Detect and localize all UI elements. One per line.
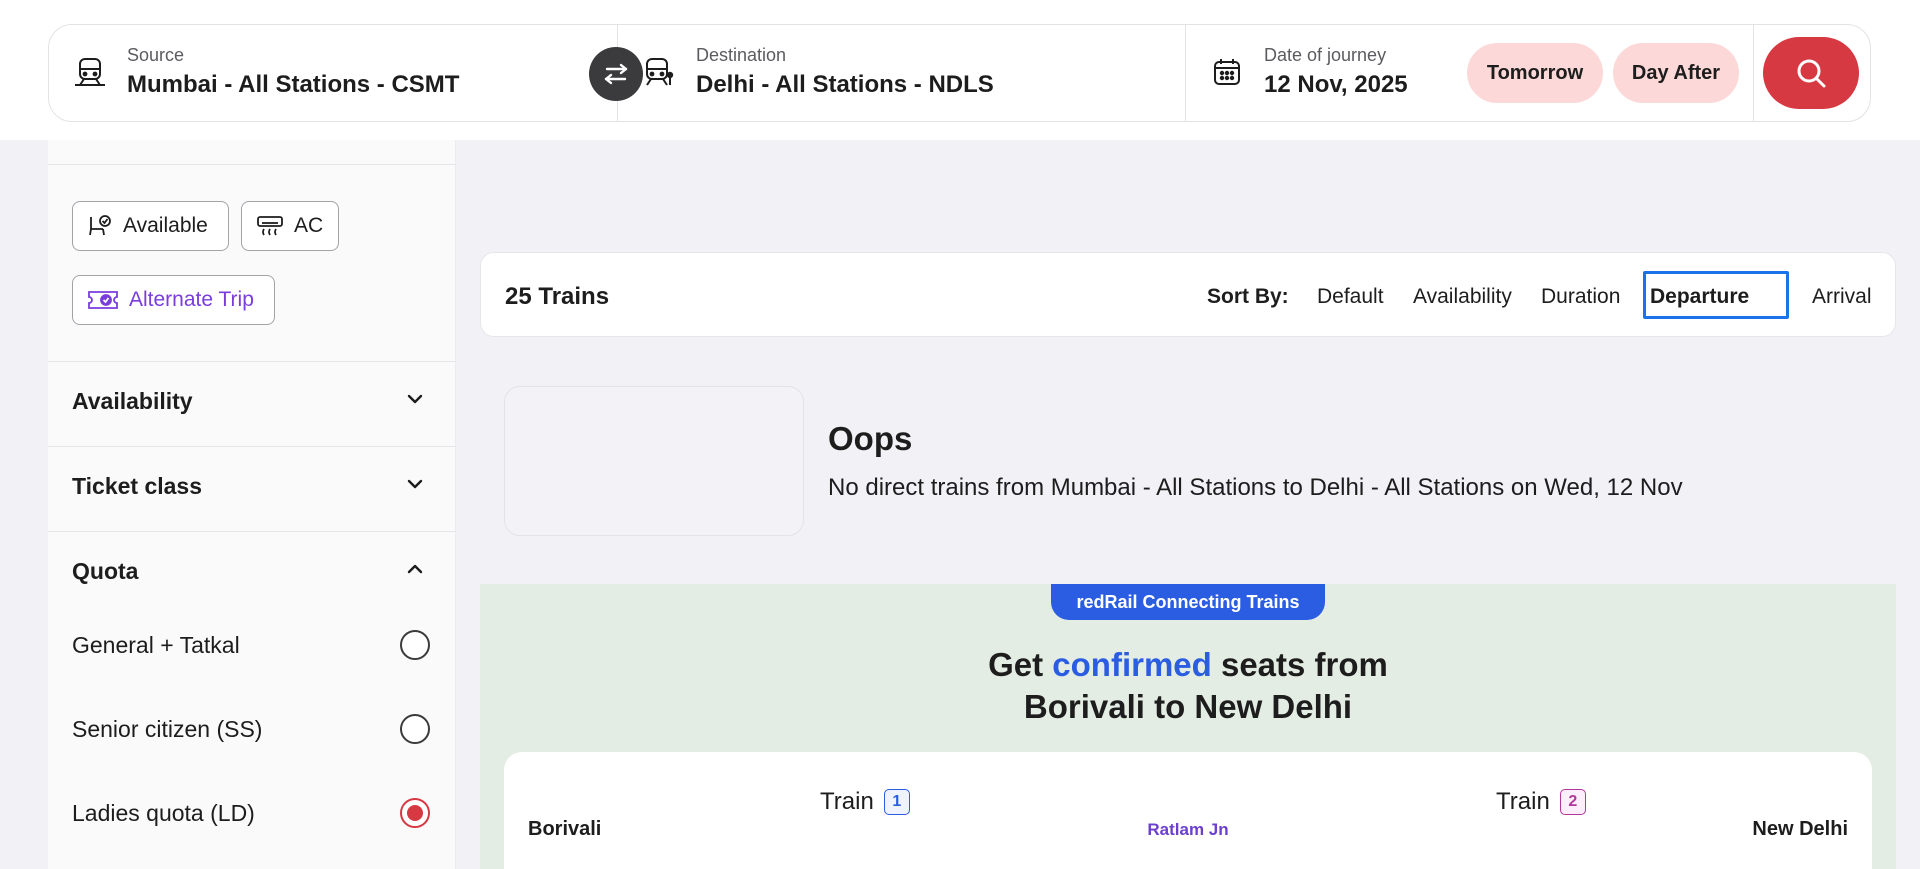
chevron-down-icon (407, 394, 423, 404)
quota-option-senior-citizen[interactable]: Senior citizen (SS) (48, 700, 456, 760)
train-label-text: Train (1496, 788, 1550, 815)
date-value[interactable]: 12 Nov, 2025 (1264, 71, 1408, 99)
filter-chip-label: AC (294, 214, 324, 237)
filter-section-availability[interactable]: Availability (48, 361, 456, 447)
sort-option-default[interactable]: Default (1317, 285, 1384, 309)
tomorrow-button[interactable]: Tomorrow (1467, 43, 1603, 103)
empty-state-title: Oops (828, 420, 913, 457)
train-arrive-icon (646, 58, 674, 86)
divider (48, 164, 456, 165)
empty-state-illustration (504, 386, 804, 536)
train-icon (75, 58, 105, 86)
search-header: Source Mumbai - All Stations - CSMT Dest… (0, 0, 1920, 140)
seat-check-icon (89, 215, 111, 236)
filter-section-quota: Quota General + Tatkal Senior citizen (S… (48, 531, 456, 869)
destination-field[interactable]: Destination Delhi - All Stations - NDLS (617, 25, 1185, 121)
filter-chip-alternate-trip[interactable]: Alternate Trip (72, 275, 275, 325)
destination-value[interactable]: Delhi - All Stations - NDLS (696, 71, 994, 99)
radio-button[interactable] (400, 714, 430, 744)
source-field[interactable]: Source Mumbai - All Stations - CSMT (49, 25, 617, 121)
calendar-icon (1214, 59, 1240, 85)
headline-highlight: confirmed (1052, 646, 1212, 683)
train-number-badge: 1 (883, 789, 910, 815)
filter-chip-ac[interactable]: AC (241, 201, 339, 251)
filter-chip-label: Alternate Trip (129, 288, 254, 311)
quota-option-general-tatkal[interactable]: General + Tatkal (48, 616, 456, 676)
sort-option-departure[interactable]: Departure (1643, 271, 1789, 319)
train-2-label: Train 2 (1496, 788, 1586, 816)
swap-icon (604, 63, 628, 85)
radio-button-selected[interactable] (400, 798, 430, 828)
search-button[interactable] (1763, 37, 1859, 109)
swap-stations-button[interactable] (589, 47, 643, 101)
radio-button[interactable] (400, 630, 430, 660)
quota-option-ladies[interactable]: Ladies quota (LD) (48, 784, 456, 844)
train-1-label: Train 1 (820, 788, 910, 816)
route-destination: New Delhi (1752, 818, 1848, 840)
radio-label: General + Tatkal (72, 632, 240, 658)
destination-label: Destination (696, 45, 787, 65)
train-number-badge: 2 (1559, 789, 1586, 815)
ac-icon (257, 216, 283, 236)
radio-label: Senior citizen (SS) (72, 716, 263, 742)
filter-section-ticket-class[interactable]: Ticket class (48, 446, 456, 532)
sort-option-availability[interactable]: Availability (1413, 285, 1512, 309)
source-value[interactable]: Mumbai - All Stations - CSMT (127, 71, 459, 99)
source-label: Source (127, 45, 185, 65)
sort-option-duration[interactable]: Duration (1541, 285, 1620, 309)
connecting-route-card[interactable]: Borivali Train 1 Ratlam Jn Train 2 New D… (504, 752, 1872, 869)
section-title: Ticket class (72, 473, 203, 499)
journey-search-box: Source Mumbai - All Stations - CSMT Dest… (48, 24, 1871, 122)
filter-chip-available[interactable]: Available (72, 201, 229, 251)
filter-sidebar: Available AC Alternate Trip Availability… (48, 140, 456, 869)
route-via-station: Ratlam Jn (1147, 820, 1229, 839)
headline-text: seats from (1211, 646, 1388, 683)
radio-label: Ladies quota (LD) (72, 800, 255, 826)
chevron-down-icon (407, 479, 423, 489)
connecting-trains-badge: redRail Connecting Trains (1051, 584, 1325, 620)
train-count: 25 Trains (505, 283, 610, 310)
headline-text: Get (988, 646, 1053, 683)
empty-state-message: No direct trains from Mumbai - All Stati… (828, 474, 1683, 501)
section-title[interactable]: Quota (72, 558, 138, 585)
chevron-up-icon[interactable] (404, 558, 426, 580)
results-sort-bar: 25 Trains Sort By: Default Availability … (480, 252, 1896, 337)
divider (1753, 25, 1754, 121)
date-label: Date of journey (1264, 45, 1387, 65)
day-after-button[interactable]: Day After (1613, 43, 1739, 103)
connecting-headline: Get confirmed seats from Borivali to New… (480, 644, 1896, 728)
headline-route: Borivali to New Delhi (1023, 688, 1353, 725)
sort-option-arrival[interactable]: Arrival (1812, 285, 1872, 309)
filter-chip-label: Available (123, 214, 208, 237)
search-icon (1797, 59, 1826, 88)
sort-by-label: Sort By: (1207, 285, 1289, 308)
train-label-text: Train (820, 788, 874, 815)
connecting-trains-section: redRail Connecting Trains Get confirmed … (480, 584, 1896, 869)
ticket-icon (88, 291, 118, 309)
section-title: Availability (72, 388, 193, 414)
